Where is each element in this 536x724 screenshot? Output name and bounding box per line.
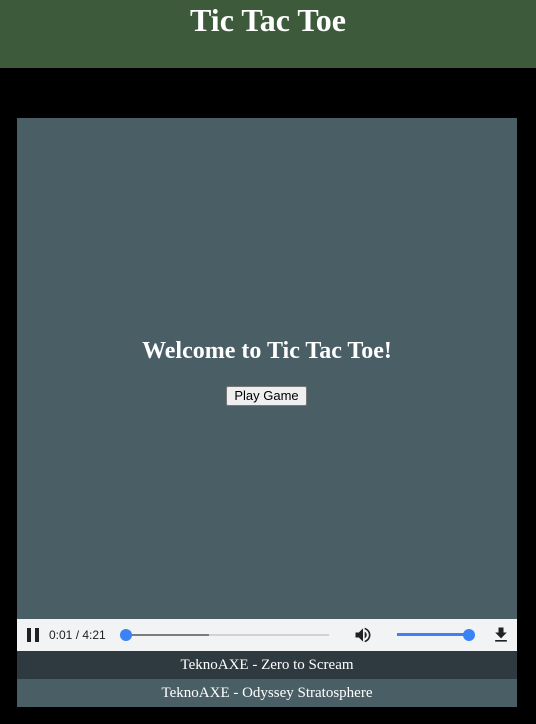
seek-slider[interactable] <box>120 629 329 641</box>
time-display: 0:01 / 4:21 <box>49 628 106 642</box>
game-panel: Welcome to Tic Tac Toe! Play Game <box>17 118 517 619</box>
volume-icon[interactable] <box>353 625 373 645</box>
page-header: Tic Tac Toe <box>0 0 536 68</box>
seek-thumb[interactable] <box>120 629 132 641</box>
page-title: Tic Tac Toe <box>190 2 346 38</box>
volume-thumb[interactable] <box>463 629 475 641</box>
download-icon[interactable] <box>491 625 511 645</box>
volume-slider[interactable] <box>397 629 475 641</box>
playlist-item[interactable]: TeknoAXE - Zero to Scream <box>17 651 517 679</box>
play-game-button[interactable]: Play Game <box>226 386 307 406</box>
audio-player: 0:01 / 4:21 <box>17 619 517 651</box>
seek-buffered-bar <box>125 634 209 636</box>
playlist-item[interactable]: TeknoAXE - Odyssey Stratosphere <box>17 679 517 707</box>
welcome-heading: Welcome to Tic Tac Toe! <box>142 338 392 364</box>
pause-icon[interactable] <box>27 628 39 642</box>
volume-fill <box>397 633 469 636</box>
